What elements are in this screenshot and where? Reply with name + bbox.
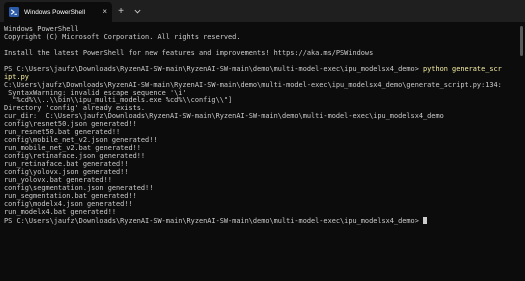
tab-title: Windows PowerShell: [24, 8, 86, 16]
command-text: python generate_scr: [423, 64, 502, 73]
chevron-down-icon[interactable]: [130, 0, 144, 22]
text-cursor: [423, 216, 427, 224]
scrollbar-thumb[interactable]: [520, 26, 523, 56]
prompt-text: PS C:\Users\jaufz\Downloads\RyzenAI-SW-m…: [4, 216, 423, 225]
scrollbar[interactable]: [520, 26, 524, 276]
close-icon[interactable]: ×: [102, 8, 107, 16]
terminal-output[interactable]: Windows PowerShell Copyright (C) Microso…: [0, 22, 517, 281]
terminal-line: Install the latest PowerShell for new fe…: [4, 48, 374, 57]
prompt-line: PS C:\Users\jaufz\Downloads\RyzenAI-SW-m…: [4, 64, 513, 74]
terminal-line: Copyright (C) Microsoft Corporation. All…: [4, 32, 241, 41]
tab-windows-powershell[interactable]: Windows PowerShell ×: [4, 2, 112, 22]
new-tab-button[interactable]: +: [112, 0, 130, 22]
prompt-text: PS C:\Users\jaufz\Downloads\RyzenAI-SW-m…: [4, 64, 423, 73]
prompt-line: PS C:\Users\jaufz\Downloads\RyzenAI-SW-m…: [4, 216, 513, 225]
terminal-window: Windows PowerShell × + Windows PowerShel…: [0, 0, 525, 281]
title-bar: Windows PowerShell × +: [0, 0, 525, 22]
terminal-line: run_modelx4.bat generated!!: [4, 207, 117, 216]
powershell-icon: [9, 7, 19, 17]
